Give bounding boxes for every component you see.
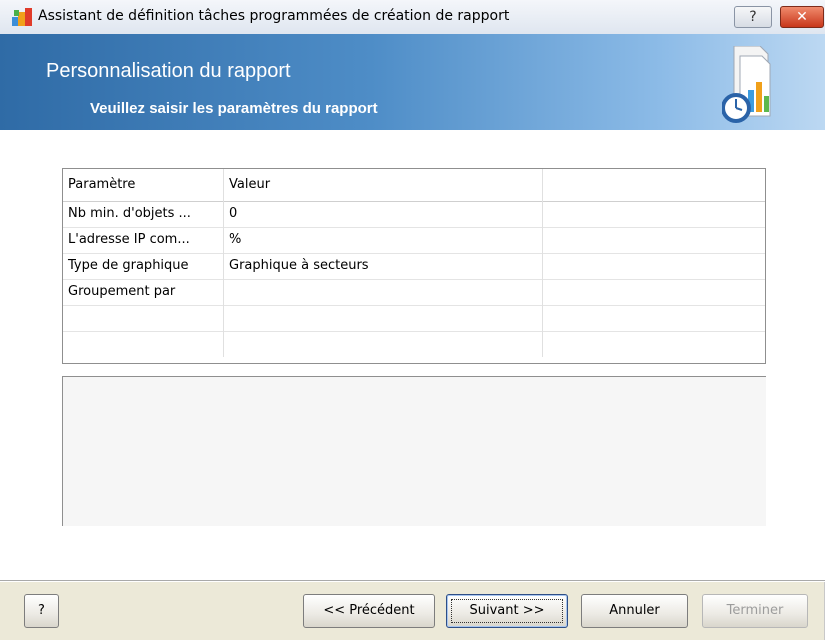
table-row[interactable]: Type de graphique Graphique à secteurs: [63, 253, 765, 280]
help-button[interactable]: ?: [24, 594, 59, 628]
column-header-value[interactable]: Valeur: [224, 169, 543, 201]
parameter-description-box: [62, 376, 766, 526]
param-value-cell[interactable]: [224, 331, 543, 357]
title-bar: Assistant de définition tâches programmé…: [0, 0, 825, 35]
param-name-cell: Nb min. d'objets ...: [63, 201, 224, 227]
extra-cell: [543, 279, 765, 305]
param-value-cell[interactable]: 0: [224, 201, 543, 227]
param-name-cell: [63, 331, 224, 357]
extra-cell: [543, 227, 765, 253]
param-name-cell: [63, 305, 224, 331]
table-row[interactable]: L'adresse IP com... %: [63, 227, 765, 254]
cancel-button[interactable]: Annuler: [581, 594, 688, 628]
column-header-extra[interactable]: [543, 169, 765, 201]
grid-header-row: Paramètre Valeur: [63, 169, 765, 202]
titlebar-help-button[interactable]: ?: [734, 6, 772, 28]
table-row[interactable]: [63, 305, 765, 332]
extra-cell: [543, 331, 765, 357]
header-banner: Personnalisation du rapport Veuillez sai…: [0, 34, 825, 130]
app-logo-icon: [12, 8, 32, 26]
footer-divider-highlight: [0, 581, 825, 582]
content-area: Paramètre Valeur Nb min. d'objets ... 0 …: [0, 130, 825, 580]
param-value-cell[interactable]: [224, 279, 543, 305]
column-header-parameter[interactable]: Paramètre: [63, 169, 224, 201]
table-row[interactable]: [63, 331, 765, 357]
previous-button[interactable]: << Précédent: [303, 594, 435, 628]
finish-button[interactable]: Terminer: [702, 594, 808, 628]
parameters-grid: Paramètre Valeur Nb min. d'objets ... 0 …: [62, 168, 766, 364]
param-name-cell: L'adresse IP com...: [63, 227, 224, 253]
param-value-cell[interactable]: %: [224, 227, 543, 253]
next-button[interactable]: Suivant >>: [446, 594, 568, 628]
window-title: Assistant de définition tâches programmé…: [38, 8, 510, 24]
extra-cell: [543, 201, 765, 227]
wizard-window: Assistant de définition tâches programmé…: [0, 0, 825, 640]
table-row[interactable]: Nb min. d'objets ... 0: [63, 201, 765, 228]
page-title: Personnalisation du rapport: [46, 60, 291, 82]
titlebar-close-button[interactable]: ✕: [780, 6, 824, 28]
scheduled-report-icon: [722, 46, 771, 123]
param-value-cell[interactable]: [224, 305, 543, 331]
param-value-cell[interactable]: Graphique à secteurs: [224, 253, 543, 279]
param-name-cell: Groupement par: [63, 279, 224, 305]
page-subtitle: Veuillez saisir les paramètres du rappor…: [90, 100, 378, 117]
table-row[interactable]: Groupement par: [63, 279, 765, 306]
extra-cell: [543, 253, 765, 279]
extra-cell: [543, 305, 765, 331]
focus-ring: [451, 599, 563, 623]
param-name-cell: Type de graphique: [63, 253, 224, 279]
